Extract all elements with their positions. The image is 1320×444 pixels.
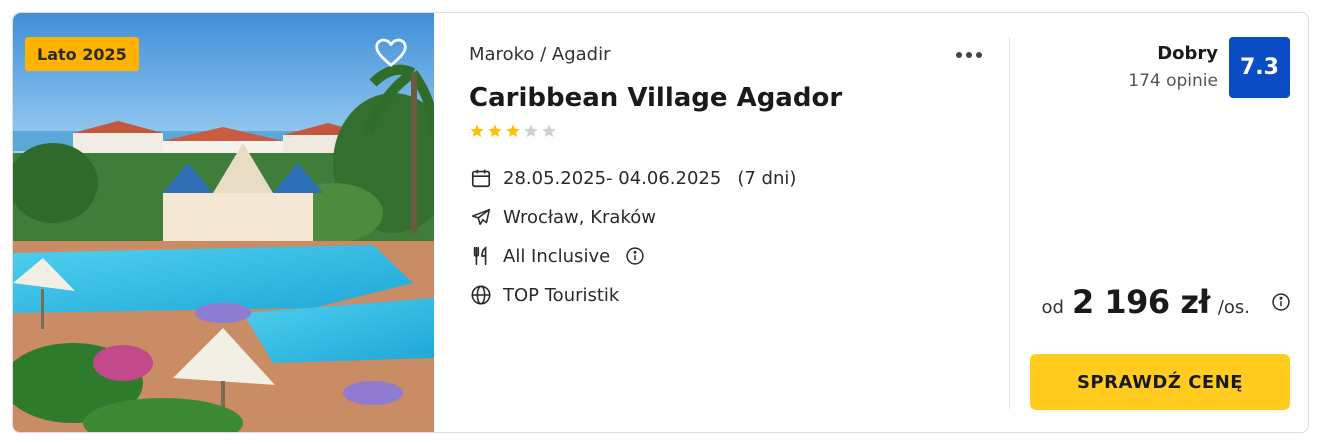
star-empty-icon [524,124,538,137]
operator-row: TOP Touristik [469,283,619,307]
hotel-name[interactable]: Caribbean Village Agador [469,83,842,113]
price-from-label: od [1041,297,1064,318]
more-options-button[interactable] [951,43,987,67]
star-filled-icon [488,124,502,137]
offer-card[interactable]: Lato 2025 Maroko / Agadir Caribbean Vill… [12,12,1309,433]
price-info-icon[interactable] [1270,291,1292,313]
star-empty-icon [542,124,556,137]
price-panel: Dobry 174 opinie 7.3 od 2 196 zł /os. SP… [1010,13,1308,432]
star-filled-icon [506,124,520,137]
offer-details: Maroko / Agadir Caribbean Village Agador… [469,13,989,432]
cutlery-icon [469,244,493,268]
hotel-stars [469,123,557,139]
hotel-photo[interactable]: Lato 2025 [13,13,434,432]
globe-icon [469,283,493,307]
more-dots-icon [956,52,962,58]
airports-row: Wrocław, Kraków [469,205,656,229]
price-unit: /os. [1217,297,1250,318]
duration-text: (7 dni) [737,167,797,189]
hotel-photo-image [13,13,434,432]
rating-label: Dobry [1157,43,1218,64]
check-price-button[interactable]: SPRAWDŹ CENĘ [1030,354,1290,410]
operator-text: TOP Touristik [503,284,620,306]
airports-text: Wrocław, Kraków [503,206,656,228]
season-badge: Lato 2025 [25,37,139,71]
heart-icon [375,38,407,67]
price-row: od 2 196 zł /os. [1042,283,1292,321]
board-text: All Inclusive [503,245,611,267]
plane-icon [469,205,493,229]
calendar-icon [469,166,493,190]
reviews-count[interactable]: 174 opinie [1128,71,1218,91]
star-filled-icon [470,124,484,137]
price-value: 2 196 zł [1071,283,1210,321]
board-info-icon[interactable] [624,245,646,267]
dates-row: 28.05.2025- 04.06.2025 (7 dni) [469,166,796,190]
season-badge-label: Lato 2025 [37,44,127,64]
rating-score-badge: 7.3 [1229,37,1290,98]
location-breadcrumb[interactable]: Maroko / Agadir [469,44,610,65]
dates-text: 28.05.2025- 04.06.2025 [503,167,722,189]
favorite-button[interactable] [371,35,411,71]
board-row: All Inclusive [469,244,646,268]
